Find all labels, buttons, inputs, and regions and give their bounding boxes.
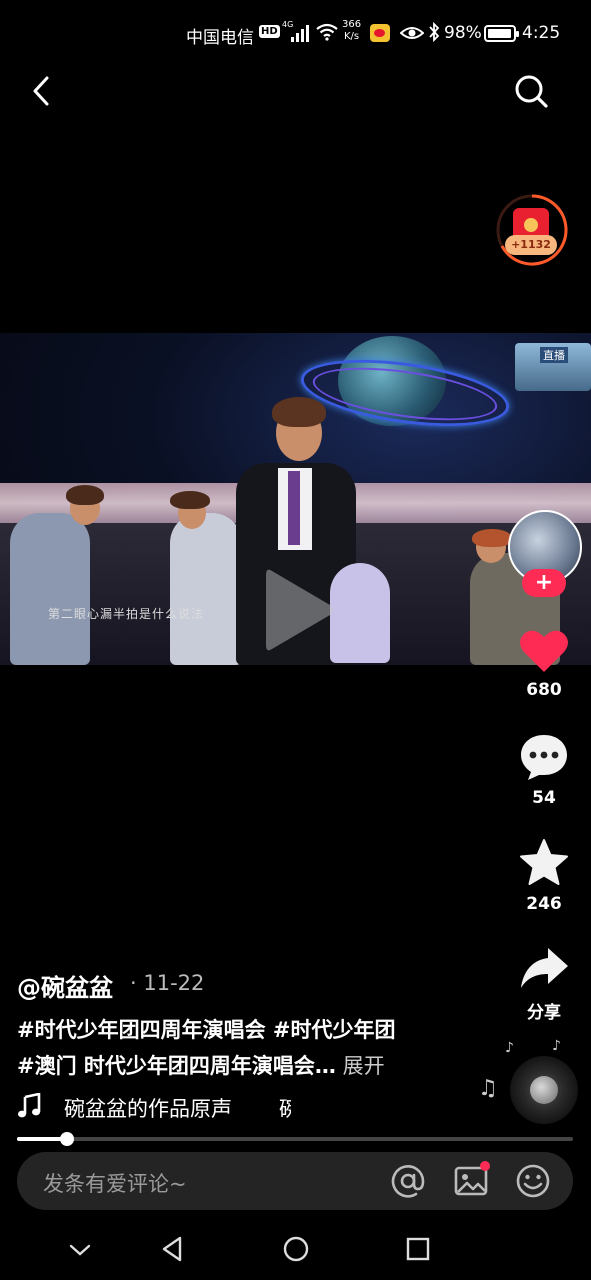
dancer-center-hair <box>272 397 326 427</box>
video-subtitle: 第二眼心漏半拍是什么说法 <box>48 607 205 621</box>
floating-note-icon-2: ♪ <box>505 1040 514 1056</box>
play-icon[interactable] <box>262 563 336 657</box>
screen-tag: 直播 <box>540 347 568 363</box>
music-disc-cover <box>530 1076 558 1104</box>
heart-icon <box>520 630 568 672</box>
comment-icon <box>521 735 567 780</box>
comment-button[interactable]: 54 <box>511 732 577 808</box>
system-navigation-bar <box>0 1226 591 1280</box>
share-button[interactable]: 分享 <box>511 946 577 1023</box>
caption-line-2: #澳门 时代少年团四周年演唱会… 展开 <box>17 1048 457 1084</box>
post-date: · 11-22 <box>130 971 205 995</box>
video-progress-knob[interactable] <box>60 1132 75 1146</box>
video-player[interactable]: 直播 第二眼心漏半拍是什么说法 <box>0 333 591 665</box>
dancer-kneeling <box>330 563 390 663</box>
back-button[interactable] <box>22 70 62 112</box>
music-title-scroll: 碗 <box>279 1097 291 1121</box>
hd-badge: HD <box>259 25 280 38</box>
center-tie <box>288 471 300 545</box>
weibo-icon <box>370 24 390 42</box>
eye-icon <box>400 27 424 39</box>
comment-input[interactable]: 发条有爱评论~ <box>43 1168 187 1198</box>
at-icon[interactable] <box>389 1162 427 1200</box>
floating-note-icon: ♫ <box>478 1076 498 1101</box>
author-name[interactable]: @碗盆盆 <box>17 968 113 1003</box>
video-progress-bar[interactable] <box>17 1132 573 1146</box>
comment-count: 54 <box>532 788 556 808</box>
home-circle-icon[interactable] <box>281 1234 311 1264</box>
dancer-second-hair <box>170 491 210 509</box>
share-label: 分享 <box>527 1003 561 1023</box>
net-speed-unit: K/s <box>343 31 360 42</box>
battery-percent: 98% <box>444 23 482 43</box>
bluetooth-icon <box>429 22 440 42</box>
back-triangle-icon[interactable] <box>158 1234 186 1264</box>
like-button[interactable]: 680 <box>511 626 577 700</box>
like-count: 680 <box>526 680 562 700</box>
search-button[interactable] <box>510 70 552 112</box>
clock: 4:25 <box>522 23 561 43</box>
chevron-down-icon[interactable] <box>66 1238 94 1262</box>
dancer-left-hair <box>66 485 104 505</box>
status-bar: 中国电信 HD 4G 366 K/s 98% 4:25 <box>0 18 591 50</box>
red-envelope-reward[interactable]: +1132 <box>494 192 570 268</box>
dancer-right-hair <box>472 529 512 547</box>
net-speed: 366 K/s <box>342 19 361 43</box>
post-caption[interactable]: #时代少年团四周年演唱会 #时代少年团 #澳门 时代少年团四周年演唱会… 展开 <box>17 1012 457 1084</box>
recents-square-icon[interactable] <box>404 1234 432 1264</box>
caption-line-1: #时代少年团四周年演唱会 #时代少年团 <box>17 1018 396 1042</box>
carrier-label: 中国电信 <box>186 28 254 48</box>
share-arrow-icon <box>521 948 568 988</box>
caption-line-2-text: #澳门 时代少年团四周年演唱会… <box>17 1054 336 1078</box>
battery-icon <box>484 25 519 42</box>
wifi-icon <box>316 23 338 41</box>
comment-bar[interactable]: 发条有爱评论~ <box>17 1152 573 1210</box>
follow-button[interactable]: + <box>522 569 566 597</box>
expand-link[interactable]: 展开 <box>336 1054 385 1078</box>
music-title[interactable]: 碗盆盆的作品原声 <box>64 1093 232 1123</box>
floating-note-icon-3: ♪ <box>552 1038 561 1054</box>
music-note-icon <box>18 1093 41 1118</box>
signal-icon <box>291 25 309 42</box>
net-speed-value: 366 <box>342 19 362 30</box>
favorite-count: 246 <box>526 894 562 914</box>
star-icon <box>520 839 568 885</box>
reward-badge: +1132 <box>505 235 557 255</box>
emoji-icon[interactable] <box>514 1162 552 1200</box>
image-notification-dot <box>480 1161 490 1171</box>
favorite-button[interactable]: 246 <box>511 838 577 914</box>
dancer-second <box>170 513 242 665</box>
dancer-left <box>10 513 90 665</box>
music-disc[interactable] <box>510 1056 578 1124</box>
